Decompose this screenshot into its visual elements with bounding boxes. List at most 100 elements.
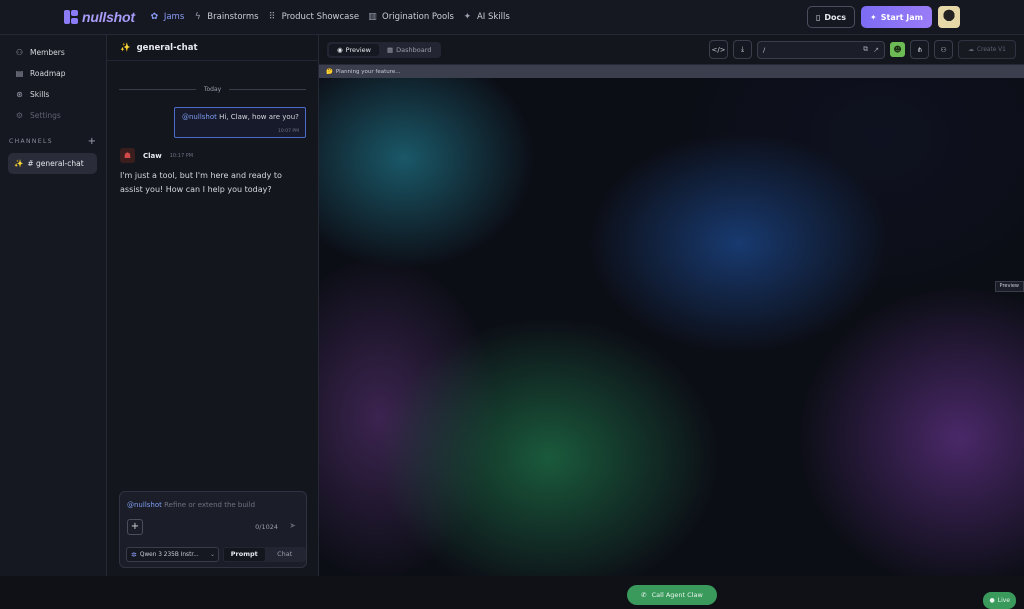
mode-chat[interactable]: Chat: [265, 548, 306, 561]
divider-line: [229, 89, 307, 90]
add-user-icon: ⚇: [940, 45, 947, 54]
top-actions: ▯ Docs ✦ Start Jam: [807, 6, 960, 28]
cloud-icon: ☁: [968, 46, 975, 53]
dashboard-icon: ▦: [386, 45, 394, 54]
nav-item-brainstorms[interactable]: ϟ Brainstorms: [192, 12, 259, 22]
robot-icon: ☗: [123, 151, 132, 160]
main-nav: ✿ Jams ϟ Brainstorms ⠿ Product Showcase …: [149, 12, 510, 22]
sparkle-icon: ✲: [131, 550, 137, 559]
sidebar-item-members[interactable]: ⚇ Members: [0, 42, 106, 63]
status-text: Planning your feature...: [335, 68, 401, 75]
channel-name: # general-chat: [27, 159, 84, 168]
docs-button[interactable]: ▯ Docs: [807, 6, 856, 28]
composer-options: ✲ Qwen 3 235B Instr... ⌄ Prompt Chat: [126, 547, 306, 562]
sidebar-item-skills[interactable]: ⊛ Skills: [0, 84, 106, 105]
code-button[interactable]: </>: [709, 40, 728, 59]
sidebar: ⚇ Members ▤ Roadmap ⊛ Skills ⚙ Settings …: [0, 35, 107, 576]
preview-pane: ◉ Preview ▦ Dashboard </> ⤓ / ⧉ ↗ ☻ ⋔ ⚇ …: [319, 35, 1024, 609]
mode-toggle: Prompt Chat: [223, 547, 306, 562]
mention: @nullshot: [127, 501, 162, 509]
invite-button[interactable]: ⚇: [934, 40, 953, 59]
book-icon: ▯: [816, 12, 821, 22]
user-message-text: @nullshot Hi, Claw, how are you?: [182, 113, 299, 121]
download-button[interactable]: ⤓: [733, 40, 752, 59]
share-button[interactable]: ⋔: [910, 40, 929, 59]
lightning-icon: ϟ: [194, 12, 201, 22]
external-link-icon[interactable]: ↗: [873, 46, 879, 54]
nav-label: Brainstorms: [207, 12, 259, 22]
bot-message-header: ☗ Claw 10:17 PM: [120, 148, 193, 163]
tab-preview[interactable]: ◉ Preview: [329, 43, 379, 56]
divider-line: [119, 89, 196, 90]
nav-item-ai-skills[interactable]: ✦ AI Skills: [462, 12, 510, 22]
sidebar-item-label: Roadmap: [30, 69, 66, 78]
date-divider-label: Today: [203, 86, 222, 93]
sidebar-item-roadmap[interactable]: ▤ Roadmap: [0, 63, 106, 84]
live-badge[interactable]: ● Live: [983, 592, 1016, 609]
sidebar-item-settings[interactable]: ⚙ Settings: [0, 105, 106, 126]
create-label: Create V1: [977, 46, 1006, 53]
live-indicator-icon: ●: [989, 597, 995, 604]
members-icon: ⚇: [15, 48, 24, 57]
user-avatar[interactable]: [938, 6, 960, 28]
gear-icon: ✿: [150, 12, 159, 22]
sidebar-channel-general-chat[interactable]: ✨ # general-chat: [8, 153, 97, 174]
tab-label: Dashboard: [396, 45, 432, 54]
agent-avatar[interactable]: ☻: [890, 42, 905, 57]
sparkle-icon: ✦: [463, 12, 472, 22]
composer-input[interactable]: @nullshot Refine or extend the build: [127, 501, 255, 509]
nav-label: AI Skills: [476, 12, 510, 22]
mention[interactable]: @nullshot: [182, 113, 217, 121]
char-counter: 0/1024: [255, 523, 278, 531]
eye-icon: ◉: [337, 45, 343, 54]
mode-prompt[interactable]: Prompt: [224, 548, 265, 561]
url-bar[interactable]: / ⧉ ↗: [757, 40, 885, 59]
tab-dashboard[interactable]: ▦ Dashboard: [379, 44, 439, 56]
nav-item-product-showcase[interactable]: ⠿ Product Showcase: [267, 12, 359, 22]
preview-canvas[interactable]: Preview ✆ Call Agent Claw ● Live: [319, 78, 1024, 609]
sidebar-item-label: Skills: [30, 90, 50, 99]
preview-tabs: ◉ Preview ▦ Dashboard: [327, 41, 442, 58]
message-composer: @nullshot Refine or extend the build + 0…: [119, 491, 307, 568]
channels-heading: CHANNELS +: [0, 135, 106, 147]
message-time: 10:17 PM: [169, 152, 194, 159]
nav-item-origination-pools[interactable]: ▥ Origination Pools: [367, 12, 454, 22]
brand-logo[interactable]: nullshot: [64, 9, 135, 25]
chevron-down-icon: ⌄: [209, 551, 215, 558]
settings-icon: ⚙: [15, 111, 24, 120]
roadmap-icon: ▤: [15, 69, 24, 78]
start-jam-button[interactable]: ✦ Start Jam: [861, 6, 932, 28]
date-divider: Today: [119, 86, 307, 93]
copy-icon[interactable]: ⧉: [863, 45, 868, 54]
chat-panel: ✨ general-chat Today @nullshot Hi, Claw,…: [107, 35, 319, 576]
sidebar-item-label: Members: [30, 48, 65, 57]
tab-label: Preview: [345, 45, 371, 54]
grid-icon: ⠿: [268, 12, 276, 22]
chat-header: ✨ general-chat: [107, 35, 318, 61]
url-path: /: [763, 45, 766, 54]
call-agent-button[interactable]: ✆ Call Agent Claw: [627, 585, 717, 605]
nav-label: Jams: [163, 12, 185, 22]
thinking-icon: 🤔: [326, 68, 333, 75]
call-label: Call Agent Claw: [651, 591, 703, 599]
logo-icon: [64, 10, 78, 24]
attach-button[interactable]: +: [127, 519, 143, 535]
preview-chip: Preview: [994, 281, 1024, 292]
download-icon: ⤓: [740, 45, 745, 53]
model-select[interactable]: ✲ Qwen 3 235B Instr... ⌄: [126, 547, 219, 562]
nav-label: Product Showcase: [281, 12, 360, 22]
add-channel-icon[interactable]: +: [88, 136, 96, 147]
nav-label: Origination Pools: [382, 12, 454, 22]
send-icon[interactable]: ➤: [289, 521, 296, 530]
bot-name: Claw: [143, 151, 162, 160]
status-strip: 🤔 Planning your feature...: [319, 65, 1024, 78]
create-version-button[interactable]: ☁ Create V1: [958, 40, 1016, 59]
sparkles-icon: ✨: [14, 159, 24, 168]
bar-chart-icon: ▥: [368, 12, 377, 22]
nav-item-jams[interactable]: ✿ Jams: [149, 12, 185, 22]
docs-label: Docs: [824, 12, 847, 22]
brand-name: nullshot: [82, 9, 135, 25]
start-jam-label: Start Jam: [880, 12, 923, 22]
sidebar-item-label: Settings: [30, 111, 61, 120]
top-bar: nullshot ✿ Jams ϟ Brainstorms ⠿ Product …: [0, 0, 1024, 35]
